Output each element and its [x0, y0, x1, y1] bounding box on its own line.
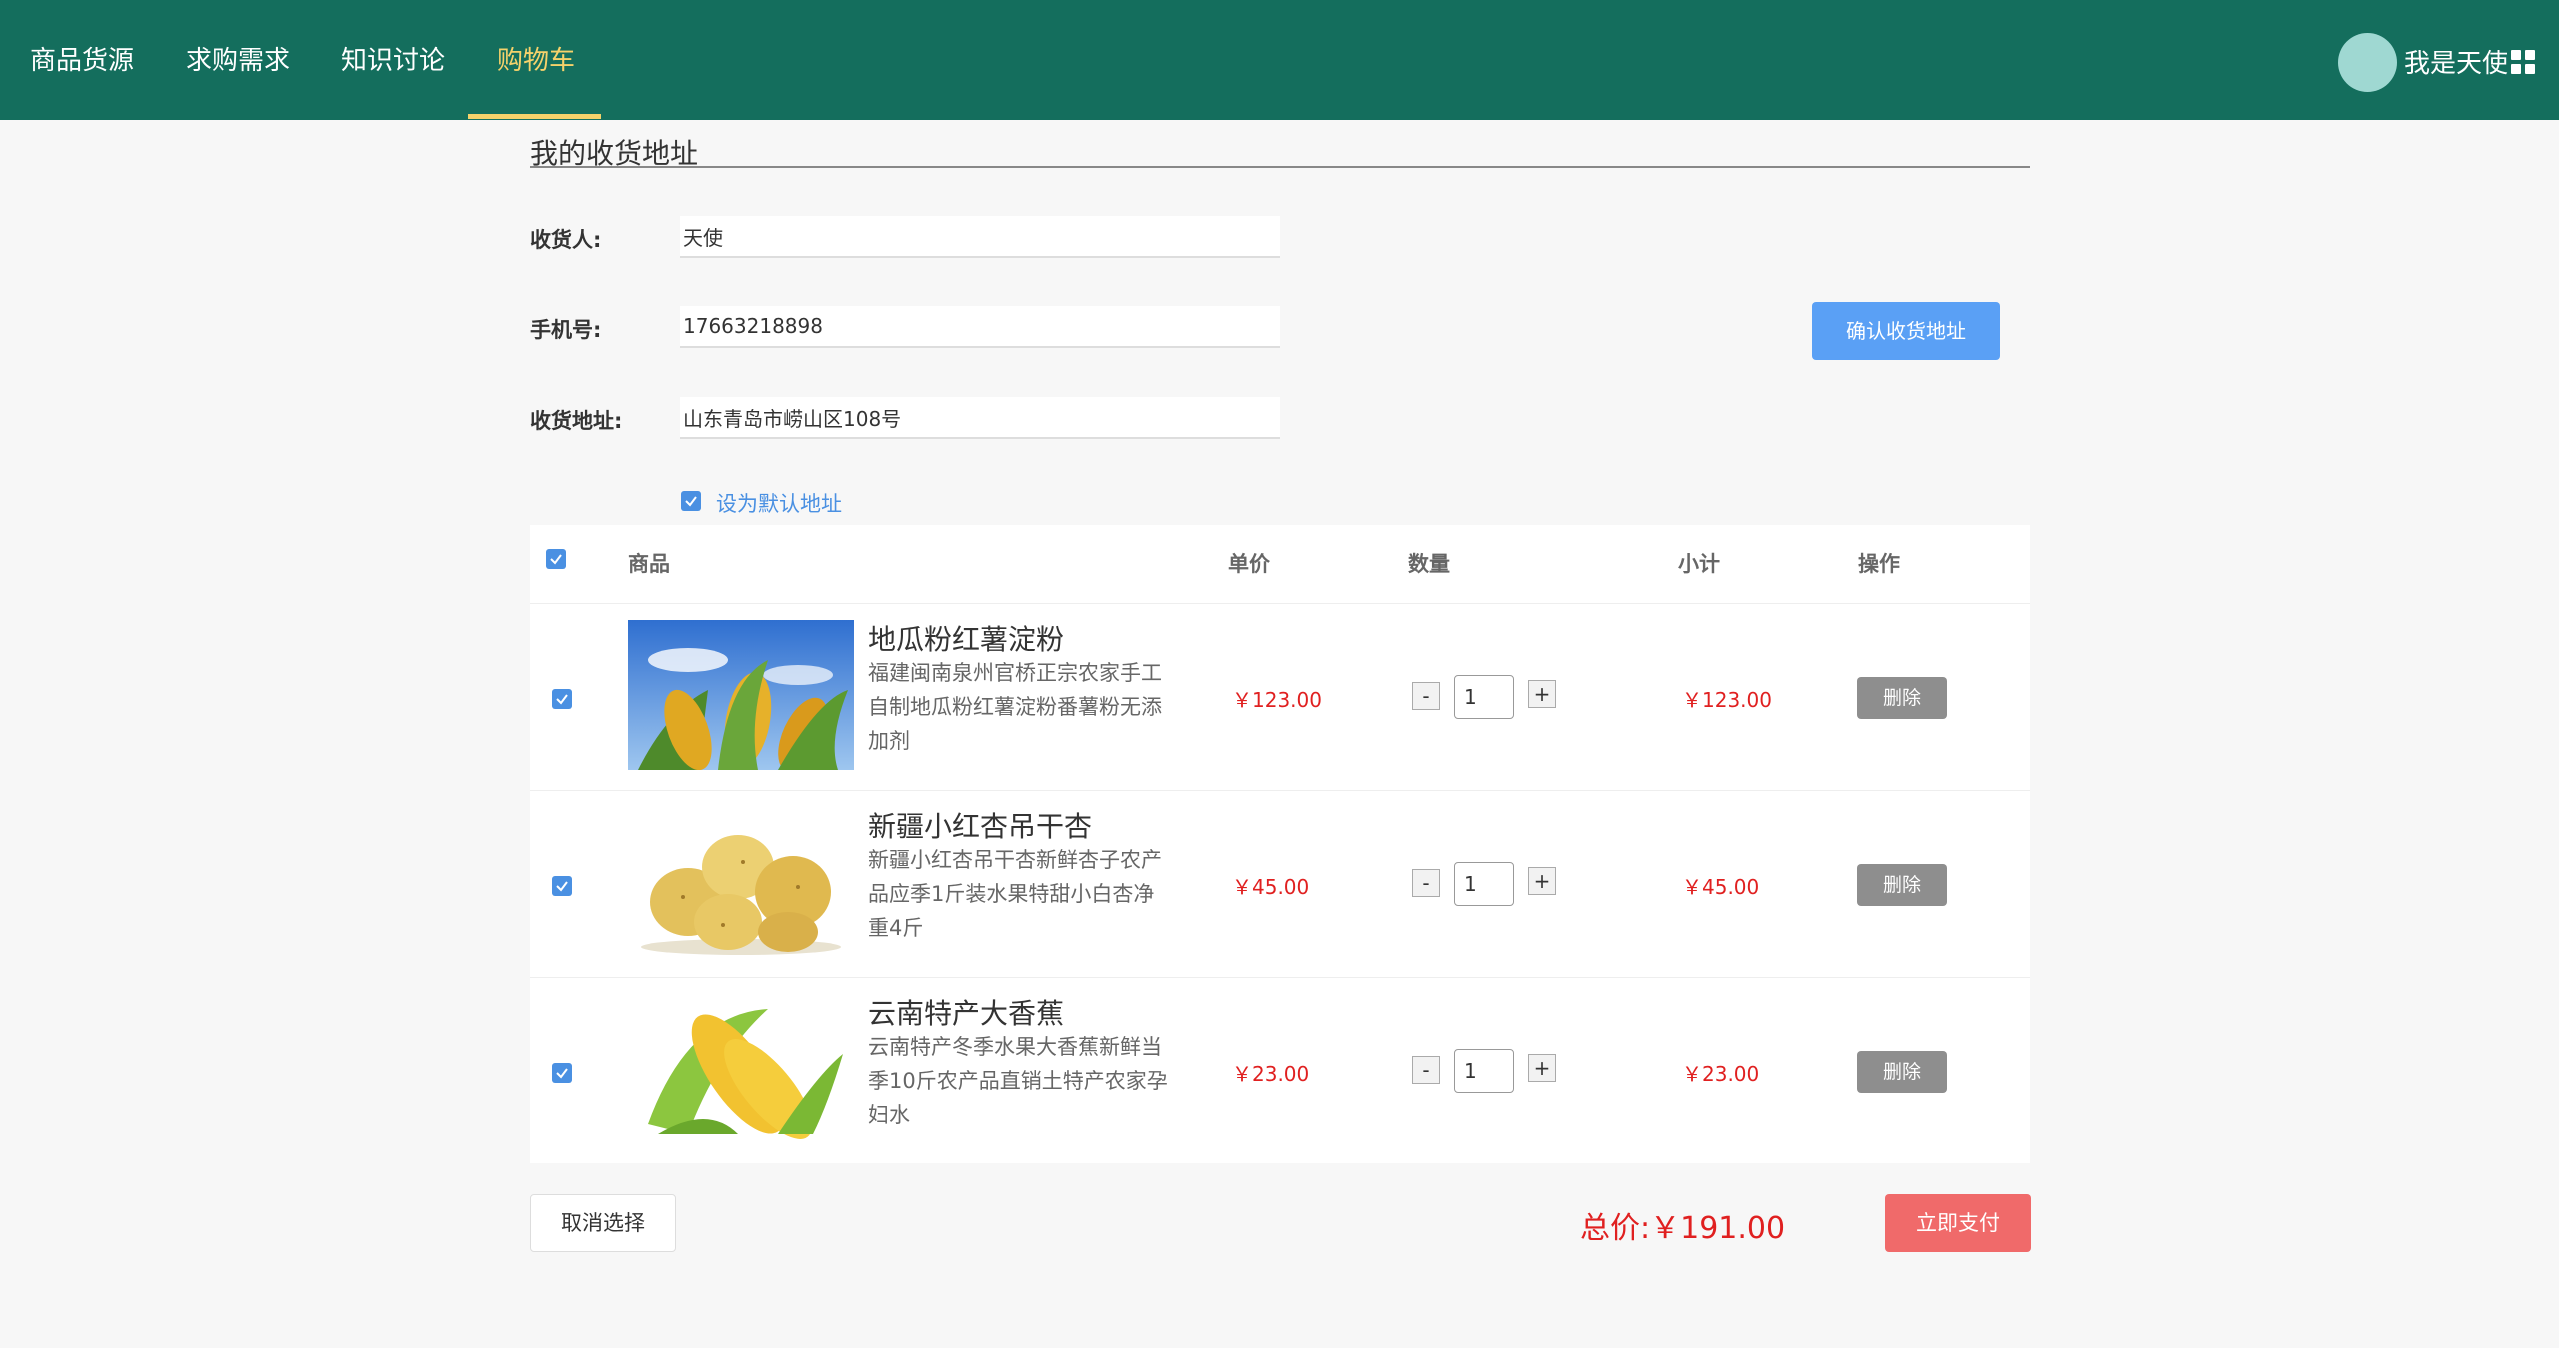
cart-row: 地瓜粉红薯淀粉 福建闽南泉州官桥正宗农家手工自制地瓜粉红薯淀粉番薯粉无添加剂 ￥… [530, 604, 2030, 791]
qty-increase-button[interactable]: + [1528, 867, 1556, 895]
nav-item-goods-source[interactable]: 商品货源 [30, 0, 134, 120]
receiver-label: 收货人: [530, 228, 602, 252]
qty-decrease-button[interactable]: - [1412, 1056, 1440, 1084]
total-price: 总价:￥191.00 [1580, 1203, 1785, 1247]
check-icon [685, 496, 697, 507]
cart-row: 新疆小红杏吊干杏 新疆小红杏吊干杏新鲜杏子农产品应季1斤装水果特甜小白杏净重4斤… [530, 791, 2030, 978]
cart-table: 商品 单价 数量 小计 操作 地瓜粉红薯淀粉 福建闽南泉州官桥正宗农家手工自制地… [530, 525, 2030, 1163]
qty-input[interactable]: 1 [1454, 862, 1514, 906]
row-checkbox[interactable] [552, 689, 572, 709]
row-checkbox[interactable] [552, 876, 572, 896]
nav-item-purchase-demand[interactable]: 求购需求 [186, 0, 290, 120]
product-title[interactable]: 新疆小红杏吊干杏 [868, 805, 1092, 845]
nav-item-knowledge[interactable]: 知识讨论 [341, 0, 445, 120]
username[interactable]: 我是天使 [2404, 0, 2508, 128]
nav-item-cart[interactable]: 购物车 [497, 0, 575, 120]
subtotal: ￥45.00 [1682, 875, 1760, 899]
grid-menu-icon[interactable] [2511, 50, 2535, 74]
phone-input[interactable] [680, 306, 1280, 348]
header-product: 商品 [628, 552, 670, 576]
total-label: 总价: [1580, 1211, 1651, 1246]
nav-active-indicator [468, 114, 601, 119]
qty-decrease-button[interactable]: - [1412, 869, 1440, 897]
receiver-input[interactable] [680, 216, 1280, 258]
top-nav: 商品货源 求购需求 知识讨论 购物车 我是天使 [0, 0, 2559, 120]
cart-table-header: 商品 单价 数量 小计 操作 [530, 525, 2030, 604]
header-action: 操作 [1858, 552, 1900, 576]
default-address-label[interactable]: 设为默认地址 [716, 488, 842, 518]
row-checkbox[interactable] [552, 1063, 572, 1083]
delete-button[interactable]: 删除 [1857, 864, 1947, 906]
qty-increase-button[interactable]: + [1528, 680, 1556, 708]
check-icon [556, 1068, 568, 1079]
subtotal: ￥123.00 [1682, 688, 1772, 712]
product-title[interactable]: 地瓜粉红薯淀粉 [868, 618, 1064, 658]
subtotal: ￥23.00 [1682, 1062, 1760, 1086]
confirm-address-button[interactable]: 确认收货地址 [1812, 302, 2000, 360]
pay-now-button[interactable]: 立即支付 [1885, 1194, 2031, 1252]
unit-price: ￥23.00 [1232, 1062, 1310, 1086]
address-label: 收货地址: [530, 409, 623, 433]
delete-button[interactable]: 删除 [1857, 677, 1947, 719]
check-icon [550, 554, 562, 565]
product-description: 福建闽南泉州官桥正宗农家手工自制地瓜粉红薯淀粉番薯粉无添加剂 [868, 661, 1162, 753]
cancel-selection-button[interactable]: 取消选择 [530, 1194, 676, 1252]
delete-button[interactable]: 删除 [1857, 1051, 1947, 1093]
address-input[interactable] [680, 397, 1280, 439]
phone-label: 手机号: [530, 318, 602, 342]
check-icon [556, 881, 568, 892]
avatar[interactable] [2338, 33, 2397, 92]
default-address-checkbox[interactable] [681, 491, 701, 511]
header-quantity: 数量 [1408, 552, 1450, 576]
qty-increase-button[interactable]: + [1528, 1054, 1556, 1082]
divider [530, 166, 2030, 168]
unit-price: ￥123.00 [1232, 688, 1322, 712]
product-description: 云南特产冬季水果大香蕉新鲜当季10斤农产品直销土特产农家孕妇水 [868, 1035, 1168, 1127]
check-icon [556, 694, 568, 705]
product-title[interactable]: 云南特产大香蕉 [868, 992, 1064, 1032]
cart-row: 云南特产大香蕉 云南特产冬季水果大香蕉新鲜当季10斤农产品直销土特产农家孕妇水 … [530, 978, 2030, 1164]
select-all-checkbox[interactable] [546, 549, 566, 569]
header-subtotal: 小计 [1678, 552, 1720, 576]
header-unit-price: 单价 [1228, 552, 1270, 576]
total-value: ￥191.00 [1650, 1211, 1786, 1246]
qty-input[interactable]: 1 [1454, 1049, 1514, 1093]
product-image[interactable] [628, 994, 854, 1144]
product-description: 新疆小红杏吊干杏新鲜杏子农产品应季1斤装水果特甜小白杏净重4斤 [868, 848, 1162, 940]
qty-input[interactable]: 1 [1454, 675, 1514, 719]
unit-price: ￥45.00 [1232, 875, 1310, 899]
product-image[interactable] [628, 620, 854, 770]
qty-decrease-button[interactable]: - [1412, 682, 1440, 710]
product-image[interactable] [628, 807, 854, 957]
